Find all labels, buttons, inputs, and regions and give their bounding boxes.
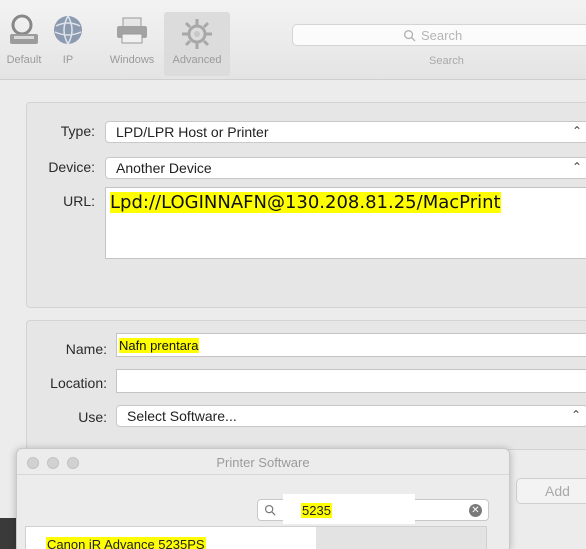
location-field[interactable] — [116, 369, 586, 393]
dialog-titlebar: Printer Software — [17, 449, 509, 475]
list-item[interactable]: Canon iR Advance 5235PS — [26, 527, 316, 549]
background-window-edge — [0, 518, 16, 549]
chevron-updown-icon: ⌃ — [571, 160, 582, 174]
use-value: Select Software... — [127, 408, 237, 424]
search-label: Search — [429, 55, 464, 67]
toolbar-button-advanced[interactable]: Advanced — [164, 12, 230, 76]
type-popup[interactable]: LPD/LPR Host or Printer ⌃ — [105, 121, 586, 143]
clear-search-icon[interactable]: ✕ — [469, 504, 482, 517]
software-list: Canon iR Advance 5235PS — [25, 526, 487, 549]
toolbar-button-label: IP — [62, 54, 74, 66]
url-value: Lpd://LOGINNAFN@130.208.81.25/MacPrint — [110, 192, 501, 213]
toolbar-button-label: Default — [6, 54, 42, 66]
magnifier-printer-icon — [10, 14, 38, 44]
list-item-label: Canon iR Advance 5235PS — [46, 537, 206, 549]
toolbar-button-label: Advanced — [172, 54, 222, 66]
toolbar-button-label: Windows — [109, 54, 155, 66]
software-search-value: 5235 — [301, 503, 332, 518]
printer-panel: Name: Nafn prentara Location: Use: Selec… — [26, 320, 586, 450]
search-icon — [404, 30, 416, 42]
name-field[interactable]: Nafn prentara — [116, 333, 586, 357]
url-label: URL: — [63, 193, 95, 209]
search-placeholder: Search — [421, 28, 463, 43]
device-label: Device: — [48, 159, 95, 175]
name-label: Name: — [65, 341, 107, 357]
toolbar-button-ip[interactable]: IP — [44, 8, 92, 70]
url-field[interactable]: Lpd://LOGINNAFN@130.208.81.25/MacPrint — [105, 187, 586, 259]
printer-icon — [117, 17, 147, 44]
add-button[interactable]: Add — [516, 478, 586, 504]
software-search-text-area[interactable]: 5235 — [283, 494, 415, 524]
name-value: Nafn prentara — [119, 338, 199, 353]
type-label: Type: — [60, 123, 95, 139]
connection-panel: Type: LPD/LPR Host or Printer ⌃ Device: … — [26, 102, 586, 308]
device-value: Another Device — [116, 160, 212, 176]
dialog-title: Printer Software — [216, 455, 310, 470]
toolbar-button-default[interactable]: Default — [0, 8, 48, 70]
location-label: Location: — [50, 375, 107, 391]
type-value: LPD/LPR Host or Printer — [116, 124, 269, 140]
gear-icon — [182, 19, 212, 49]
globe-icon — [54, 15, 82, 45]
toolbar-button-windows[interactable]: Windows — [104, 8, 160, 70]
device-popup[interactable]: Another Device ⌃ — [105, 157, 586, 179]
printer-software-dialog: Printer Software ✕ 5235 Canon iR Advance… — [16, 448, 510, 549]
chevron-updown-icon: ⌃ — [571, 124, 582, 138]
use-label: Use: — [78, 409, 107, 425]
chevron-updown-icon: ⌃ — [570, 408, 581, 422]
toolbar-search-input[interactable]: Search — [292, 24, 586, 46]
search-icon — [264, 504, 276, 516]
toolbar: Default IP Windows Advanced Search Searc… — [0, 0, 586, 80]
use-popup[interactable]: Select Software... ⌃ — [116, 405, 586, 427]
